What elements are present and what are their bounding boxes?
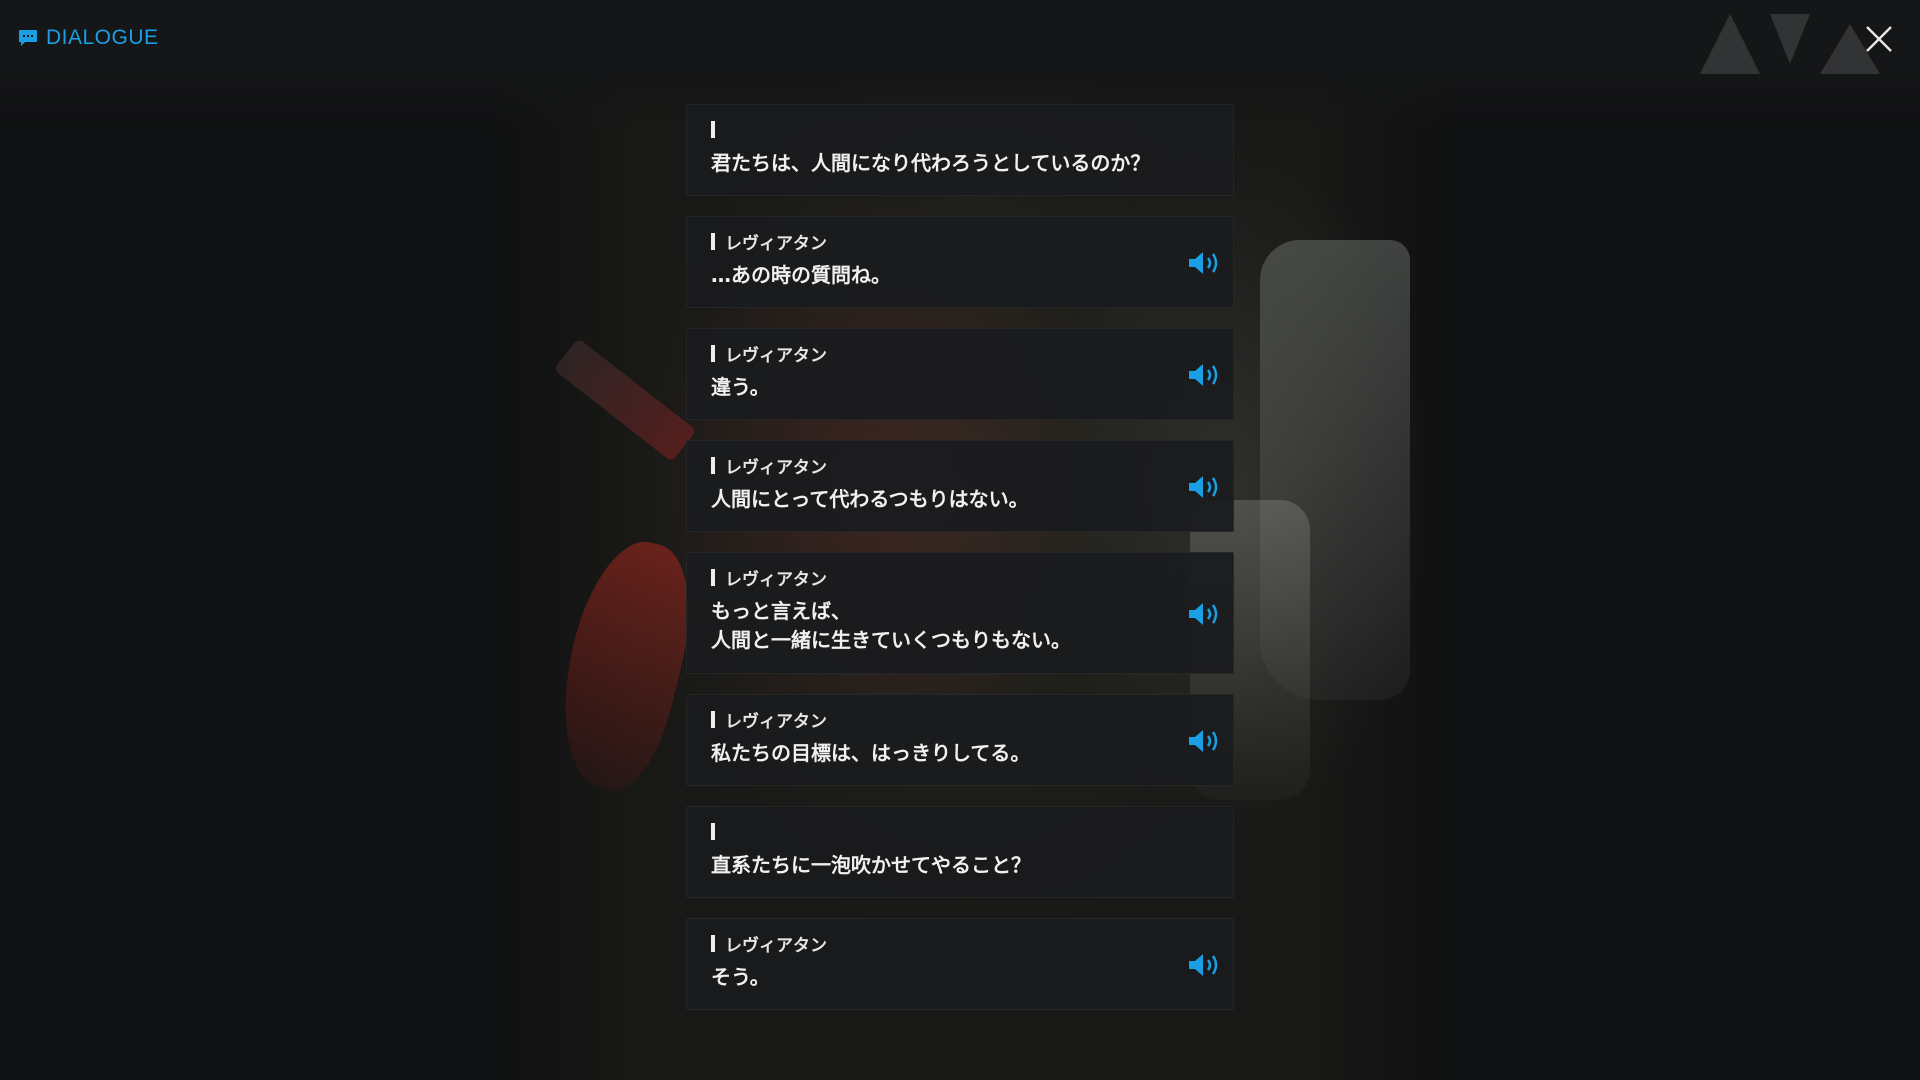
speaker-name: レヴィアタン xyxy=(711,567,827,590)
voice-play-icon[interactable] xyxy=(1187,249,1223,277)
speaker-marker xyxy=(711,232,715,250)
speaker-name-text: レヴィアタン xyxy=(725,711,827,732)
speaker-marker xyxy=(711,456,715,474)
dialogue-title: DIALOGUE xyxy=(18,26,159,50)
speaker-marker xyxy=(711,822,715,840)
dialogue-line: 違う。 xyxy=(711,375,770,399)
speaker-name: レヴィアタン xyxy=(711,933,827,956)
dialogue-entry: レヴィアタン人間にとって代わるつもりはない。 xyxy=(686,440,1234,532)
dialogue-line: 君たちは、人間になり代わろうとしているのか？ xyxy=(711,151,1151,175)
dialogue-entry: レヴィアタン私たちの目標は、はっきりしてる。 xyxy=(686,694,1234,786)
dialogue-line: 直系たちに一泡吹かせてやること？ xyxy=(711,853,1031,877)
background-weapon xyxy=(553,338,697,462)
speaker-name-text: レヴィアタン xyxy=(725,457,827,478)
close-icon[interactable] xyxy=(1864,24,1894,54)
dialogue-line: そう。 xyxy=(711,965,770,989)
speaker-name: レヴィアタン xyxy=(711,709,827,732)
voice-play-icon[interactable] xyxy=(1187,600,1223,628)
speaker-name-text: レヴィアタン xyxy=(725,233,827,254)
speaker-name xyxy=(711,821,725,841)
voice-play-icon[interactable] xyxy=(1187,727,1223,755)
voice-play-icon[interactable] xyxy=(1187,361,1223,389)
dialogue-entry: 君たちは、人間になり代わろうとしているのか？ xyxy=(686,104,1234,196)
background-character-hair xyxy=(541,530,709,800)
dialogue-entry: レヴィアタンそう。 xyxy=(686,918,1234,1010)
speaker-name: レヴィアタン xyxy=(711,455,827,478)
speaker-marker xyxy=(711,710,715,728)
speaker-name xyxy=(711,119,725,139)
speaker-name-text: レヴィアタン xyxy=(725,569,827,590)
speaker-name: レヴィアタン xyxy=(711,231,827,254)
speaker-name: レヴィアタン xyxy=(711,343,827,366)
speaker-marker xyxy=(711,344,715,362)
dialogue-entry: 直系たちに一泡吹かせてやること？ xyxy=(686,806,1234,898)
corner-decoration-icon xyxy=(1700,14,1880,74)
voice-play-icon[interactable] xyxy=(1187,951,1223,979)
dialogue-line: もっと言えば、 人間と一緒に生きていくつもりもない。 xyxy=(711,599,1071,652)
dialogue-line: 私たちの目標は、はっきりしてる。 xyxy=(711,741,1031,765)
dialogue-line: …あの時の質問ね。 xyxy=(711,263,891,287)
chat-bubble-icon xyxy=(19,30,37,46)
dialogue-log-screen: DIALOGUE 君たちは、人間になり代わろうとしているのか？ レヴィアタン …あの… xyxy=(0,0,1920,1080)
speaker-name-text: レヴィアタン xyxy=(725,345,827,366)
speaker-marker xyxy=(711,568,715,586)
voice-play-icon[interactable] xyxy=(1187,473,1223,501)
speaker-marker xyxy=(711,934,715,952)
dialogue-entry: レヴィアタン違う。 xyxy=(686,328,1234,420)
dialogue-line: 人間にとって代わるつもりはない。 xyxy=(711,487,1029,511)
dialogue-title-text: DIALOGUE xyxy=(46,26,159,49)
dialogue-entry: レヴィアタン …あの時の質問ね。 xyxy=(686,216,1234,308)
speaker-name-text: レヴィアタン xyxy=(725,935,827,956)
speaker-marker xyxy=(711,120,715,138)
dialogue-entry: レヴィアタンもっと言えば、 人間と一緒に生きていくつもりもない。 xyxy=(686,552,1234,674)
